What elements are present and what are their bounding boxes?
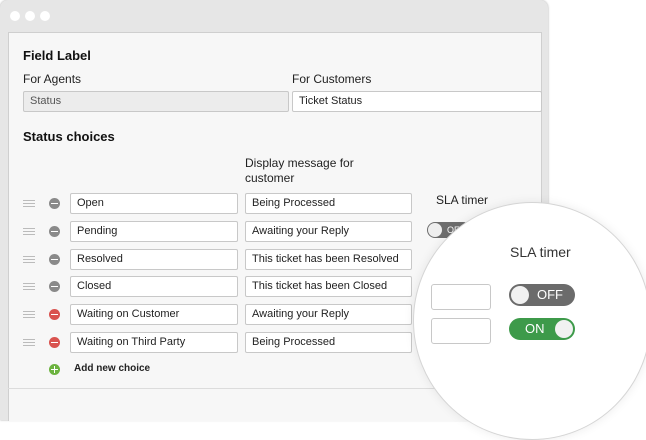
remove-choice-icon[interactable] — [49, 337, 60, 348]
customers-label-field[interactable]: Ticket Status — [292, 91, 542, 112]
for-agents-label: For Agents — [23, 72, 82, 86]
choice-name-field[interactable]: Resolved — [70, 249, 238, 270]
choice-name-field[interactable]: Waiting on Third Party — [70, 332, 238, 353]
choice-name-field[interactable]: Waiting on Customer — [70, 304, 238, 325]
sla-toggle-on[interactable]: ON — [509, 318, 575, 340]
remove-disabled-icon — [49, 254, 60, 265]
drag-handle-icon[interactable] — [23, 337, 35, 347]
choice-message-field[interactable]: Being Processed — [245, 332, 412, 353]
remove-choice-icon[interactable] — [49, 309, 60, 320]
choice-name-field[interactable]: Pending — [70, 221, 238, 242]
agents-label-field[interactable]: Status — [23, 91, 289, 112]
for-customers-label: For Customers — [292, 72, 372, 86]
drag-handle-icon[interactable] — [23, 309, 35, 319]
choice-message-field[interactable]: This ticket has been Resolved — [245, 249, 412, 270]
choice-name-field[interactable]: Open — [70, 193, 238, 214]
drag-handle-icon[interactable] — [23, 198, 35, 208]
remove-disabled-icon — [49, 226, 60, 237]
choice-message-field[interactable]: Awaiting your Reply — [245, 221, 412, 242]
drag-handle-icon[interactable] — [23, 281, 35, 291]
toggle-knob — [511, 286, 529, 304]
choice-message-field[interactable]: This ticket has been Closed — [245, 276, 412, 297]
window-close-dot[interactable] — [10, 11, 20, 21]
sla-toggle-off[interactable]: OFF — [509, 284, 575, 306]
choice-message-field[interactable]: Being Processed — [245, 193, 412, 214]
window-minimize-dot[interactable] — [25, 11, 35, 21]
magnifier-title: SLA timer — [510, 244, 571, 260]
add-new-choice-link[interactable]: Add new choice — [74, 363, 150, 374]
display-message-header: Display message for customer — [245, 156, 354, 185]
choice-name-field[interactable]: Closed — [70, 276, 238, 297]
window-maximize-dot[interactable] — [40, 11, 50, 21]
toggle-on-label: ON — [525, 321, 545, 336]
drag-handle-icon[interactable] — [23, 254, 35, 264]
remove-disabled-icon — [49, 281, 60, 292]
sla-timer-header: SLA timer — [436, 193, 489, 207]
toggle-knob — [555, 320, 573, 338]
magnified-input-edge — [431, 284, 491, 310]
choice-message-field[interactable]: Awaiting your Reply — [245, 304, 412, 325]
remove-disabled-icon — [49, 198, 60, 209]
toggle-off-label: OFF — [537, 287, 563, 302]
magnified-input-edge — [431, 318, 491, 344]
add-choice-icon[interactable] — [49, 364, 60, 375]
drag-handle-icon[interactable] — [23, 226, 35, 236]
window-controls — [10, 11, 50, 21]
status-choices-heading: Status choices — [23, 129, 115, 144]
field-label-heading: Field Label — [23, 48, 91, 63]
sla-timer-magnifier: SLA timer OFF ON — [413, 202, 646, 440]
toggle-knob — [428, 223, 442, 237]
